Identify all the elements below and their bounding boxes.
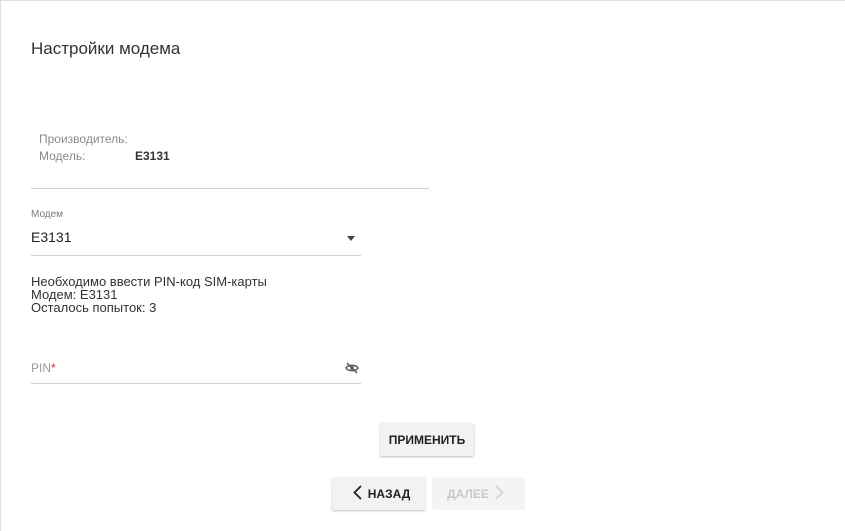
eye-off-icon[interactable]: [345, 361, 359, 374]
modem-select-label: Модем: [31, 209, 64, 220]
model-value: E3131: [135, 149, 170, 163]
back-button-label: НАЗАД: [367, 486, 411, 501]
pin-label: PIN*: [31, 361, 56, 375]
pin-input-field[interactable]: PIN*: [31, 357, 361, 384]
device-info: Производитель: Модель: E3131: [39, 131, 170, 165]
dropdown-arrow-icon: [347, 236, 355, 241]
pin-label-text: PIN: [31, 361, 52, 375]
next-button[interactable]: ДАЛЕЕ: [432, 477, 525, 510]
model-row: Модель: E3131: [39, 148, 170, 165]
modem-select-value: E3131: [31, 229, 72, 245]
chevron-right-icon: [495, 484, 504, 503]
pin-note-line-3: Осталось попыток: 3: [31, 300, 157, 315]
back-button[interactable]: НАЗАД: [332, 477, 425, 510]
info-divider: [31, 188, 429, 189]
page-title: Настройки модема: [31, 39, 181, 58]
pin-required-note: Необходимо ввести PIN-код SIM-карты Моде…: [31, 275, 267, 314]
apply-button[interactable]: ПРИМЕНИТЬ: [380, 423, 474, 456]
modem-select[interactable]: E3131: [31, 229, 361, 256]
modem-select-field: Модем E3131: [31, 209, 361, 256]
next-button-label: ДАЛЕЕ: [447, 486, 489, 501]
modem-settings-page: Настройки модема Производитель: Модель: …: [0, 0, 845, 531]
required-mark: *: [51, 361, 56, 375]
manufacturer-row: Производитель:: [39, 131, 170, 148]
manufacturer-label: Производитель:: [39, 132, 128, 146]
model-label: Модель:: [39, 149, 86, 163]
chevron-left-icon: [352, 484, 362, 503]
